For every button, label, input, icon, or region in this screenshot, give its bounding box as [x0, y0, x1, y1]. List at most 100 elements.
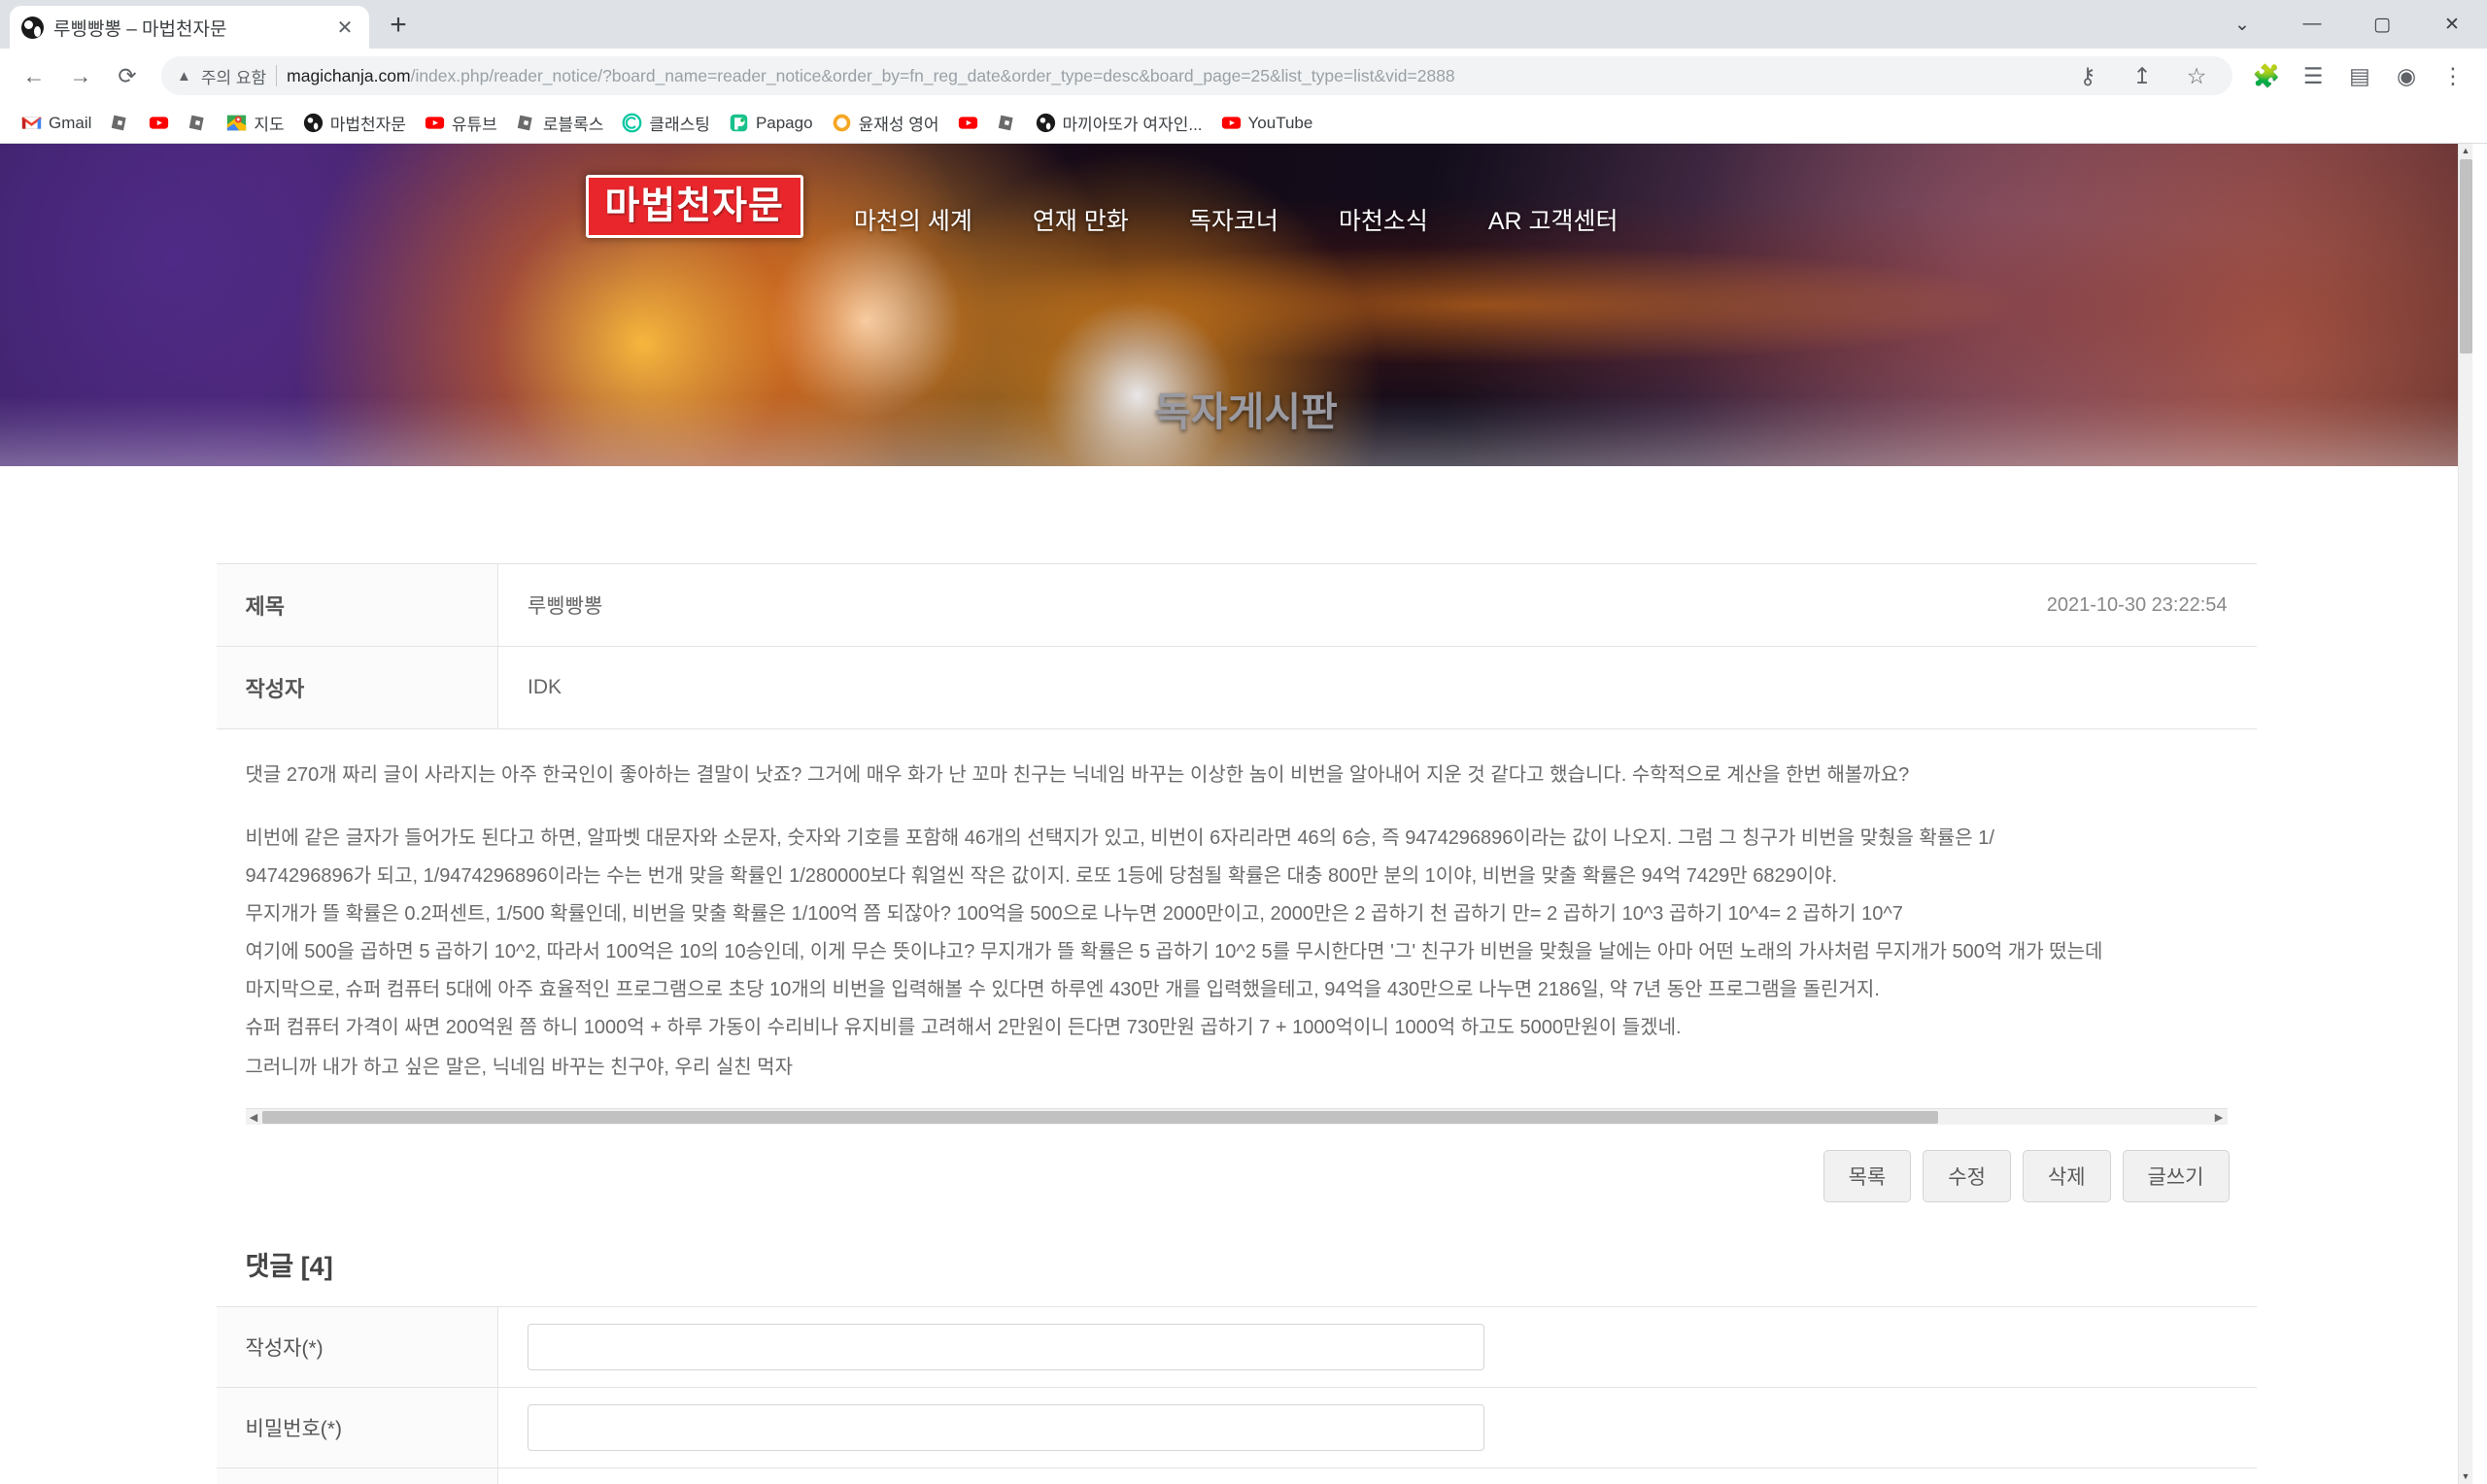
browser-tab[interactable]: 루삥빵뽕 – 마법천자문 ✕ — [10, 6, 369, 49]
profile-avatar[interactable]: ◉ — [2386, 55, 2427, 96]
post-paragraph: 9474296896가 되고, 1/9474296896이라는 수는 번개 맞을… — [245, 865, 1838, 887]
write-button[interactable]: 글쓰기 — [2122, 1150, 2230, 1202]
table-row: ЯЖG4 — [216, 1467, 2257, 1484]
page-scrollbar[interactable]: ▲ ▼ — [2458, 144, 2472, 1484]
label-author: 작성자 — [216, 646, 498, 729]
divider — [276, 65, 278, 86]
close-icon[interactable]: ✕ — [332, 15, 358, 40]
gmail-icon — [21, 116, 42, 130]
classting-icon — [622, 113, 642, 133]
bookmark-youtube-kr[interactable]: 유튜브 — [417, 107, 505, 139]
captcha-cell: ЯЖG4 — [498, 1468, 2257, 1484]
board-title: 독자게시판 — [1154, 389, 1338, 434]
nav-item-world[interactable]: 마천의 세계 — [854, 202, 972, 237]
post-author: IDK — [528, 676, 562, 698]
edit-button[interactable]: 수정 — [1923, 1150, 2011, 1202]
scroll-right-icon[interactable]: ▶ — [2211, 1111, 2228, 1124]
scroll-thumb[interactable] — [261, 1110, 1938, 1124]
site-nav: 마천의 세계 연재 만화 독자코너 마천소식 AR 고객센터 — [854, 175, 1618, 237]
bookmark-papago[interactable]: Papago — [721, 109, 821, 137]
url-path: /index.php/reader_notice/?board_name=rea… — [410, 65, 1455, 85]
extensions-icon[interactable]: 🧩 — [2246, 55, 2287, 96]
site-header: 마법천자문 마천의 세계 연재 만화 독자코너 마천소식 AR 고객센터 — [585, 144, 1888, 239]
bookmark-label: 클래스팅 — [649, 116, 710, 134]
nav-item-ar-support[interactable]: AR 고객센터 — [1488, 202, 1618, 237]
comment-author-input[interactable] — [528, 1324, 1484, 1370]
bookmark-roblox-1[interactable] — [102, 109, 138, 137]
bookmark-roblox-kr[interactable]: 로블록스 — [508, 107, 612, 139]
maximize-button[interactable]: ▢ — [2347, 0, 2417, 49]
omnibox-actions: ⚷ ↥ ☆ — [2067, 56, 2217, 95]
close-window-button[interactable]: ✕ — [2417, 0, 2487, 49]
browser-toolbar: ← → ⟳ ▲ 주의 요함 magichanja.com/index.php/r… — [0, 49, 2487, 103]
expand-icon[interactable]: ⌄ — [2207, 0, 2277, 49]
bookmark-label: 지도 — [254, 116, 285, 134]
reading-list-icon[interactable]: ☰ — [2293, 55, 2334, 96]
post-paragraph: 무지개가 뜰 확률은 0.2퍼센트, 1/500 확률인데, 비번을 맞출 확률… — [245, 903, 1903, 925]
delete-button[interactable]: 삭제 — [2022, 1150, 2111, 1202]
bookmark-youtube-1[interactable] — [141, 109, 177, 137]
bookmark-roblox-2[interactable] — [180, 109, 216, 137]
bookmark-label: Papago — [755, 113, 813, 132]
scroll-left-icon[interactable]: ◀ — [246, 1111, 262, 1124]
minimize-button[interactable]: — — [2277, 0, 2347, 49]
bookmark-label: 로블록스 — [542, 116, 604, 134]
post-paragraph: 마지막으로, 슈퍼 컴퓨터 5대에 아주 효율적인 프로그램으로 초당 10개의… — [245, 979, 1880, 1000]
globe-icon — [1036, 113, 1055, 133]
table-row: 작성자(*) — [216, 1306, 2257, 1388]
bookmark-label: 마끼아또가 여자인... — [1062, 116, 1203, 134]
bookmark-classting[interactable]: 클래스팅 — [614, 107, 718, 139]
post-title-cell: 루삥빵뽕 2021-10-30 23:22:54 — [498, 564, 2257, 647]
back-icon[interactable]: ← — [14, 55, 54, 96]
warning-icon: ▲ — [177, 67, 191, 84]
label-captcha — [216, 1467, 498, 1484]
post-date: 2021-10-30 23:22:54 — [2046, 593, 2228, 616]
post-paragraph: 비번에 같은 글자가 들어가도 된다고 하면, 알파벳 대문자와 소문자, 숫자… — [245, 827, 1994, 849]
nav-item-news[interactable]: 마천소식 — [1339, 202, 1428, 237]
bookmark-magichanja[interactable]: 마법천자문 — [295, 107, 414, 139]
post-paragraph: 댓글 270개 짜리 글이 사라지는 아주 한국인이 좋아하는 결말이 낫죠? … — [245, 764, 1910, 786]
tab-strip: 루삥빵뽕 – 마법천자문 ✕ + ⌄ — ▢ ✕ — [0, 0, 2487, 49]
bookmark-star-icon[interactable]: ☆ — [2176, 56, 2217, 95]
bookmark-youtube-2[interactable] — [950, 109, 986, 137]
side-panel-icon[interactable]: ▤ — [2339, 55, 2380, 96]
bookmark-label: 마법천자문 — [329, 116, 406, 134]
page-scroll-thumb[interactable] — [2460, 159, 2472, 354]
label-comment-author: 작성자(*) — [216, 1306, 498, 1388]
bookmark-maps[interactable]: 지도 — [219, 107, 291, 139]
bookmark-yunjaeseong[interactable]: 윤재성 영어 — [824, 107, 947, 139]
post-action-buttons: 목록 수정 삭제 글쓰기 — [217, 1125, 2257, 1202]
bookmark-gmail[interactable]: Gmail — [14, 109, 99, 137]
bookmark-roblox-3[interactable] — [989, 109, 1025, 137]
scroll-down-icon[interactable]: ▼ — [2459, 1469, 2472, 1484]
maps-icon — [227, 115, 247, 131]
scroll-up-icon[interactable]: ▲ — [2459, 144, 2472, 158]
comment-password-cell — [498, 1388, 2257, 1468]
label-comment-password: 비밀번호(*) — [216, 1387, 498, 1468]
share-icon[interactable]: ↥ — [2122, 56, 2163, 95]
list-button[interactable]: 목록 — [1823, 1150, 1912, 1202]
browser-menu-icon[interactable]: ⋮ — [2433, 55, 2473, 96]
table-row: 비밀번호(*) — [216, 1387, 2257, 1468]
address-bar[interactable]: ▲ 주의 요함 magichanja.com/index.php/reader_… — [161, 56, 2232, 95]
roblox-icon — [112, 115, 127, 131]
bookmark-label: Gmail — [49, 113, 92, 132]
bookmarks-bar: Gmail 지도 마법천자문 유튜브 로블록스 클래스팅 Papago 윤재성 … — [0, 103, 2487, 144]
key-icon[interactable]: ⚷ — [2067, 56, 2108, 95]
bookmark-label: YouTube — [1247, 113, 1313, 132]
forward-icon[interactable]: → — [60, 55, 101, 96]
post-horizontal-scrollbar[interactable]: ◀ ▶ — [245, 1108, 2228, 1126]
bookmark-youtube-3[interactable]: YouTube — [1213, 109, 1321, 137]
site-logo[interactable]: 마법천자문 — [585, 175, 803, 239]
bookmark-macchiato[interactable]: 마끼아또가 여자인... — [1028, 107, 1210, 139]
nav-item-reader-corner[interactable]: 독자코너 — [1189, 202, 1278, 237]
label-title: 제목 — [216, 563, 498, 647]
scroll-track[interactable] — [261, 1109, 2211, 1126]
nav-item-comics[interactable]: 연재 만화 — [1033, 202, 1129, 237]
comment-password-input[interactable] — [528, 1404, 1484, 1451]
reload-icon[interactable]: ⟳ — [107, 55, 148, 96]
comments-heading: 댓글 [4] — [245, 1252, 333, 1281]
web-page: 마법천자문 마천의 세계 연재 만화 독자코너 마천소식 AR 고객센터 독자게… — [0, 144, 2472, 1484]
new-tab-button[interactable]: + — [377, 4, 420, 47]
